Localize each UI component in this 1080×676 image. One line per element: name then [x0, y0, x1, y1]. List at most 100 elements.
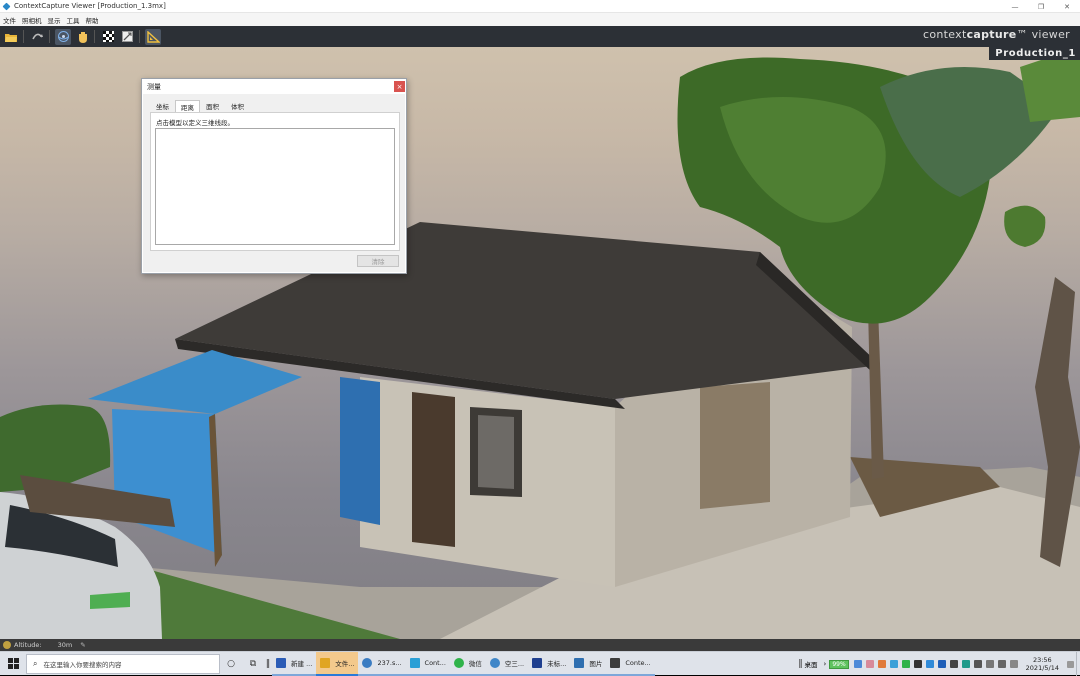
- hand-icon: [77, 31, 88, 43]
- cortana-circle-icon: ○: [227, 659, 235, 669]
- close-window-button[interactable]: ✕: [1054, 0, 1080, 13]
- tray-app-icon[interactable]: [962, 660, 970, 668]
- open-folder-button[interactable]: [3, 29, 19, 45]
- tab-volume[interactable]: 体积: [225, 100, 250, 112]
- tab-area[interactable]: 面积: [200, 100, 225, 112]
- task-237[interactable]: 237.s...: [358, 652, 405, 676]
- zoom-extent-button[interactable]: [119, 29, 135, 45]
- instruction-text: 点击模型以定义三维线段。: [156, 117, 234, 127]
- clear-button[interactable]: 清除: [357, 255, 399, 267]
- taskbar-divider: ‖: [264, 652, 272, 676]
- menu-help[interactable]: 帮助: [83, 15, 102, 25]
- notification-icon[interactable]: [1067, 661, 1074, 668]
- network-icon[interactable]: [974, 660, 982, 668]
- toolbar: contextcapture™ viewer: [0, 26, 1080, 47]
- distance-panel: 点击模型以定义三维线段。: [150, 112, 400, 251]
- clock[interactable]: 23:56 2021/5/14: [1026, 656, 1059, 672]
- desktop-toolbar[interactable]: 桌面: [805, 659, 818, 669]
- zoom-extent-icon: [122, 31, 133, 42]
- folder-icon: [320, 658, 330, 668]
- clock-time: 23:56: [1033, 656, 1052, 664]
- photos-icon: [574, 658, 584, 668]
- task-aerotriangulation[interactable]: 空三...: [486, 652, 528, 676]
- clock-date: 2021/5/14: [1026, 664, 1059, 672]
- dialog-title[interactable]: 测量: [142, 79, 406, 94]
- orbit-icon: [31, 31, 44, 42]
- menu-camera[interactable]: 照相机: [19, 15, 45, 25]
- task-view-button[interactable]: ⧉: [242, 652, 264, 676]
- production-label: Production_1: [989, 47, 1080, 60]
- menu-bar: 文件 照相机 显示 工具 帮助: [0, 13, 1080, 26]
- dialog-body: 坐标 距离 面积 体积 点击模型以定义三维线段。 清除: [143, 94, 405, 272]
- tray-divider: ‖: [797, 652, 805, 676]
- status-bar: Altitude: 30m ✎: [0, 639, 1080, 651]
- tab-coordinates[interactable]: 坐标: [150, 100, 175, 112]
- search-icon: ⌕: [33, 659, 37, 669]
- task-wechat[interactable]: 微信: [450, 652, 486, 676]
- cortana-button[interactable]: ○: [220, 652, 242, 676]
- dialog-close-button[interactable]: ×: [394, 81, 405, 92]
- app-window: ContextCapture Viewer [Production_1.3mx]…: [0, 0, 1080, 675]
- word-icon: [276, 658, 286, 668]
- tray-app-icon[interactable]: [890, 660, 898, 668]
- contextcapture-icon: [410, 658, 420, 668]
- texture-toggle-button[interactable]: [100, 29, 116, 45]
- tab-distance[interactable]: 距离: [175, 100, 200, 112]
- tray-app-icon[interactable]: [878, 660, 886, 668]
- search-placeholder: 在这里输入你要搜索的内容: [43, 659, 121, 669]
- wechat-tray-icon[interactable]: [902, 660, 910, 668]
- navigate-button[interactable]: [55, 29, 71, 45]
- show-desktop-button[interactable]: [1076, 652, 1080, 676]
- pan-button[interactable]: [74, 29, 90, 45]
- task-photos[interactable]: 图片: [570, 652, 606, 676]
- task-file-explorer[interactable]: 文件...: [316, 652, 358, 676]
- folder-icon: [5, 32, 17, 42]
- navigate-sphere-icon: [57, 30, 70, 43]
- task-contextcapture-viewer[interactable]: Conte...: [606, 652, 654, 676]
- cube-icon: [610, 658, 620, 668]
- taskbar: ⌕ 在这里输入你要搜索的内容 ○ ⧉ ‖ 新建 ... 文件... 237.s.…: [0, 651, 1080, 675]
- menu-tools[interactable]: 工具: [64, 15, 83, 25]
- photoshop-icon: [532, 658, 542, 668]
- battery-indicator[interactable]: 99%: [829, 660, 848, 669]
- tray-app-icon[interactable]: [950, 660, 958, 668]
- tray-app-icon[interactable]: [854, 660, 862, 668]
- window-controls: — ❐ ✕: [1002, 0, 1080, 13]
- menu-file[interactable]: 文件: [0, 15, 19, 25]
- volume-icon[interactable]: [998, 660, 1006, 668]
- measurement-results-box[interactable]: [155, 128, 395, 245]
- chevron-up-icon[interactable]: ›: [824, 660, 827, 668]
- measure-tabs: 坐标 距离 面积 体积: [150, 100, 250, 112]
- title-bar: ContextCapture Viewer [Production_1.3mx]…: [0, 0, 1080, 13]
- toolbar-separator: [94, 30, 95, 43]
- wechat-icon: [454, 658, 464, 668]
- menu-display[interactable]: 显示: [45, 15, 64, 25]
- minimize-button[interactable]: —: [1002, 0, 1028, 13]
- tray-app-icon[interactable]: [914, 660, 922, 668]
- tray-app-icon[interactable]: [926, 660, 934, 668]
- start-button[interactable]: [0, 652, 26, 676]
- app-icon: [3, 2, 11, 10]
- task-photoshop[interactable]: 未标...: [528, 652, 570, 676]
- ime-icon[interactable]: [1010, 660, 1018, 668]
- task-contextcapture[interactable]: Cont...: [406, 652, 450, 676]
- tray-app-icon[interactable]: [986, 660, 994, 668]
- orbit-button[interactable]: [29, 29, 45, 45]
- brand-logo: contextcapture™ viewer: [923, 28, 1070, 41]
- task-word[interactable]: 新建 ...: [272, 652, 316, 676]
- window-title: ContextCapture Viewer [Production_1.3mx]: [14, 2, 166, 10]
- taskbar-search[interactable]: ⌕ 在这里输入你要搜索的内容: [26, 654, 220, 674]
- bluetooth-icon[interactable]: [938, 660, 946, 668]
- restore-button[interactable]: ❐: [1028, 0, 1054, 13]
- measure-button[interactable]: [145, 29, 161, 45]
- toolbar-separator: [139, 30, 140, 43]
- altitude-icon: [3, 641, 11, 649]
- cloud-icon: [490, 658, 500, 668]
- ruler-triangle-icon: [147, 31, 160, 43]
- measure-dialog: 测量 × 坐标 距离 面积 体积 点击模型以定义三维线段。 清除: [141, 78, 407, 274]
- tray-app-icon[interactable]: [866, 660, 874, 668]
- globe-icon: [362, 658, 372, 668]
- checker-icon: [103, 31, 114, 42]
- windows-logo-icon: [8, 658, 19, 669]
- toolbar-separator: [49, 30, 50, 43]
